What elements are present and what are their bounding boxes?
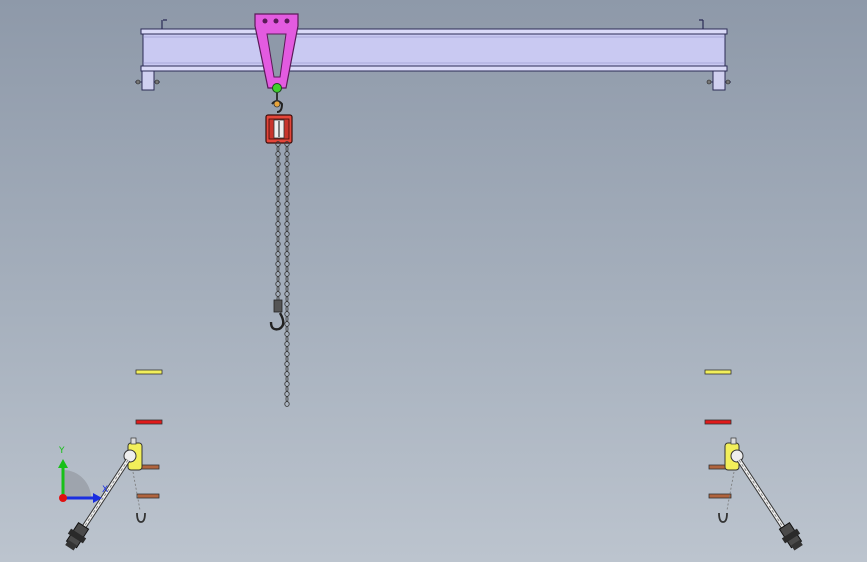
chain-link bbox=[285, 256, 289, 262]
chain-link bbox=[275, 241, 281, 247]
chain-link bbox=[285, 236, 289, 242]
y-axis-label: Y bbox=[58, 446, 65, 456]
chain-link bbox=[285, 336, 289, 342]
chain-link bbox=[285, 196, 289, 202]
chain-link bbox=[276, 156, 280, 162]
chain-link bbox=[284, 171, 290, 177]
chain-link bbox=[275, 181, 281, 187]
chain-link bbox=[285, 376, 289, 382]
chain-link bbox=[276, 286, 280, 292]
chain-link bbox=[284, 361, 290, 367]
chain-link bbox=[284, 321, 290, 327]
chain-link bbox=[284, 401, 290, 407]
chain-link bbox=[284, 221, 290, 227]
chain-link bbox=[285, 396, 289, 402]
chain-link bbox=[285, 156, 289, 162]
chain-link bbox=[284, 161, 290, 167]
chain-link bbox=[275, 291, 281, 297]
chain-link bbox=[275, 161, 281, 167]
chain-link bbox=[275, 251, 281, 257]
chain-link bbox=[285, 266, 289, 272]
left-leg-assembly[interactable] bbox=[62, 369, 163, 553]
chain-link bbox=[284, 331, 290, 337]
chain-link bbox=[284, 391, 290, 397]
chain-link bbox=[284, 151, 290, 157]
chain-link bbox=[284, 301, 290, 307]
chain-link bbox=[276, 176, 280, 182]
right-leg-assembly[interactable] bbox=[704, 369, 806, 553]
chain-link bbox=[275, 281, 281, 287]
chain-link bbox=[284, 271, 290, 277]
chain-link bbox=[284, 181, 290, 187]
gantry-crane-model[interactable]: Y X bbox=[0, 0, 867, 562]
chain-link bbox=[284, 381, 290, 387]
chain-link bbox=[285, 276, 289, 282]
chain-link bbox=[276, 246, 280, 252]
chain-link bbox=[276, 166, 280, 172]
chain-link bbox=[284, 311, 290, 317]
chain-link bbox=[285, 366, 289, 372]
chain-link bbox=[275, 261, 281, 267]
chain-link bbox=[276, 146, 280, 152]
chain-link bbox=[284, 371, 290, 377]
chain-link bbox=[276, 266, 280, 272]
chain-link bbox=[276, 236, 280, 242]
chain-link bbox=[275, 231, 281, 237]
chain-link bbox=[284, 281, 290, 287]
chain-link bbox=[285, 216, 289, 222]
chain-link bbox=[285, 206, 289, 212]
chain-link bbox=[285, 186, 289, 192]
load-hook[interactable] bbox=[269, 299, 285, 331]
origin-marker bbox=[59, 494, 67, 502]
chain-link bbox=[284, 191, 290, 197]
chain-link bbox=[285, 286, 289, 292]
chain-link bbox=[284, 291, 290, 297]
chain-link bbox=[276, 276, 280, 282]
chain-link bbox=[275, 271, 281, 277]
cad-viewport[interactable]: Y X bbox=[0, 0, 867, 562]
chain-link bbox=[285, 386, 289, 392]
chain-link bbox=[275, 151, 281, 157]
chain-link bbox=[275, 221, 281, 227]
chain-link bbox=[275, 201, 281, 207]
chain-link bbox=[284, 201, 290, 207]
chain-link bbox=[285, 146, 289, 152]
chain-link bbox=[285, 316, 289, 322]
chain-link bbox=[284, 341, 290, 347]
chain-link bbox=[284, 231, 290, 237]
chain-link bbox=[285, 346, 289, 352]
chain-link bbox=[285, 326, 289, 332]
chain-link bbox=[285, 246, 289, 252]
chain-link bbox=[284, 351, 290, 357]
chain-hoist[interactable] bbox=[265, 93, 293, 144]
chain-link bbox=[284, 261, 290, 267]
gantry-beam[interactable] bbox=[135, 19, 731, 91]
chain-link bbox=[284, 211, 290, 217]
chain-link bbox=[285, 306, 289, 312]
hoist-chains bbox=[275, 141, 290, 407]
trolley-plate[interactable] bbox=[254, 13, 299, 93]
chain-link bbox=[285, 296, 289, 302]
chain-link bbox=[284, 251, 290, 257]
chain-link bbox=[275, 211, 281, 217]
chain-link bbox=[276, 206, 280, 212]
x-axis-label: X bbox=[102, 485, 108, 495]
chain-link bbox=[276, 196, 280, 202]
chain-link bbox=[284, 241, 290, 247]
chain-link bbox=[276, 226, 280, 232]
chain-link bbox=[285, 176, 289, 182]
chain-link bbox=[275, 191, 281, 197]
chain-link bbox=[276, 186, 280, 192]
chain-link bbox=[276, 216, 280, 222]
chain-link bbox=[285, 226, 289, 232]
chain-link bbox=[276, 256, 280, 262]
chain-link bbox=[285, 166, 289, 172]
chain-link bbox=[285, 356, 289, 362]
chain-link bbox=[275, 171, 281, 177]
coordinate-triad: Y X bbox=[58, 446, 108, 503]
